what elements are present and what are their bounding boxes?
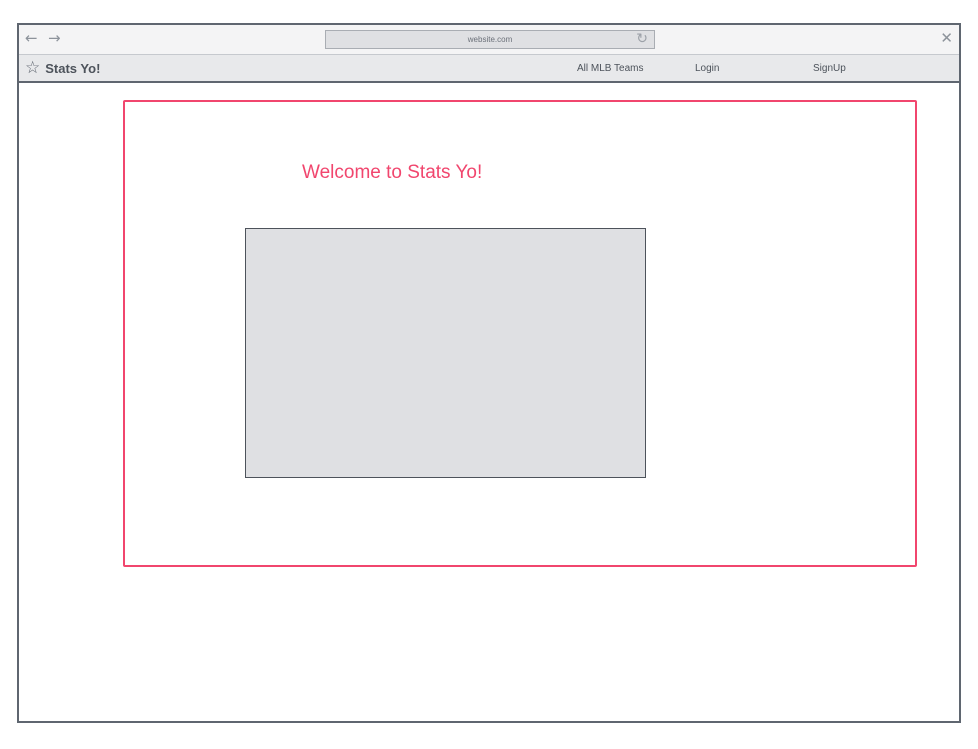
url-text: website.com xyxy=(467,35,513,44)
welcome-heading: Welcome to Stats Yo! xyxy=(302,162,483,183)
brand-title: Stats Yo! xyxy=(45,60,101,76)
browser-titlebar: ← → website.com ↻ ✕ xyxy=(19,25,959,55)
address-bar[interactable]: website.com ↻ xyxy=(325,30,655,49)
nav-link-login[interactable]: Login xyxy=(695,63,719,74)
hero-section: Welcome to Stats Yo! xyxy=(123,100,917,567)
arrow-right-icon[interactable]: → xyxy=(48,30,61,46)
site-navbar: ☆ Stats Yo! All MLB Teams Login SignUp xyxy=(19,55,959,83)
close-icon[interactable]: ✕ xyxy=(940,29,953,47)
arrow-left-icon[interactable]: ← xyxy=(25,30,38,46)
nav-link-all-mlb-teams[interactable]: All MLB Teams xyxy=(577,63,644,74)
brand-link[interactable]: ☆ Stats Yo! xyxy=(25,59,100,77)
star-icon: ☆ xyxy=(25,58,41,78)
reload-icon[interactable]: ↻ xyxy=(636,30,648,48)
image-placeholder xyxy=(245,228,646,478)
browser-window: ← → website.com ↻ ✕ ☆ Stats Yo! All MLB … xyxy=(17,23,961,723)
nav-link-signup[interactable]: SignUp xyxy=(813,63,846,74)
